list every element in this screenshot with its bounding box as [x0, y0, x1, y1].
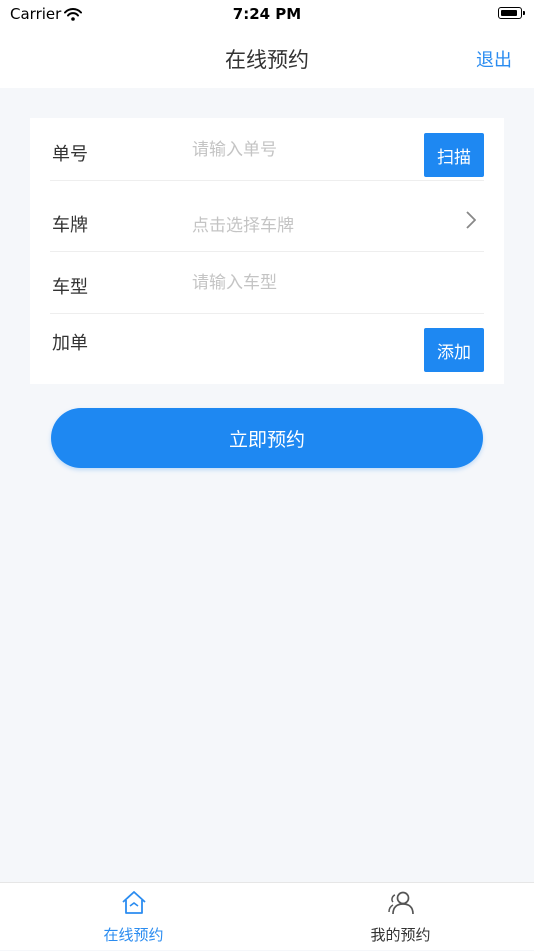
order-number-input[interactable]: [192, 136, 412, 164]
nav-bar: 在线预约 退出: [0, 28, 534, 88]
tab-bar: 在线预约 我的预约: [0, 882, 534, 950]
plate-row[interactable]: 车牌 点击选择车牌: [50, 189, 484, 252]
home-icon: [120, 889, 148, 921]
booking-form: 单号 扫描 车牌 点击选择车牌 车型 加单 添加: [30, 118, 504, 384]
add-order-label: 加单: [52, 333, 88, 354]
status-bar: Carrier 7:24 PM: [0, 0, 534, 28]
logout-button[interactable]: 退出: [476, 46, 512, 72]
tab-my-bookings-label: 我的预约: [370, 926, 431, 944]
tab-online-booking[interactable]: 在线预约: [0, 883, 267, 951]
plate-select[interactable]: 点击选择车牌: [192, 211, 294, 236]
tab-online-booking-label: 在线预约: [103, 926, 164, 944]
vehicle-type-row: 车型: [50, 251, 484, 314]
scan-button[interactable]: 扫描: [424, 133, 484, 177]
add-order-row: 加单 添加: [50, 313, 484, 384]
order-number-label: 单号: [52, 144, 88, 165]
chevron-right-icon: [466, 211, 477, 233]
book-now-button[interactable]: 立即预约: [51, 408, 483, 468]
vehicle-type-label: 车型: [52, 277, 88, 298]
status-time: 7:24 PM: [232, 5, 302, 23]
vehicle-type-input[interactable]: [192, 269, 412, 297]
page-title: 在线预约: [225, 48, 309, 72]
add-button[interactable]: 添加: [424, 328, 484, 372]
battery-icon: [498, 7, 525, 19]
plate-label: 车牌: [52, 215, 88, 236]
tab-my-bookings[interactable]: 我的预约: [267, 883, 534, 951]
order-number-row: 单号 扫描: [50, 118, 484, 181]
user-icon: [386, 889, 416, 921]
